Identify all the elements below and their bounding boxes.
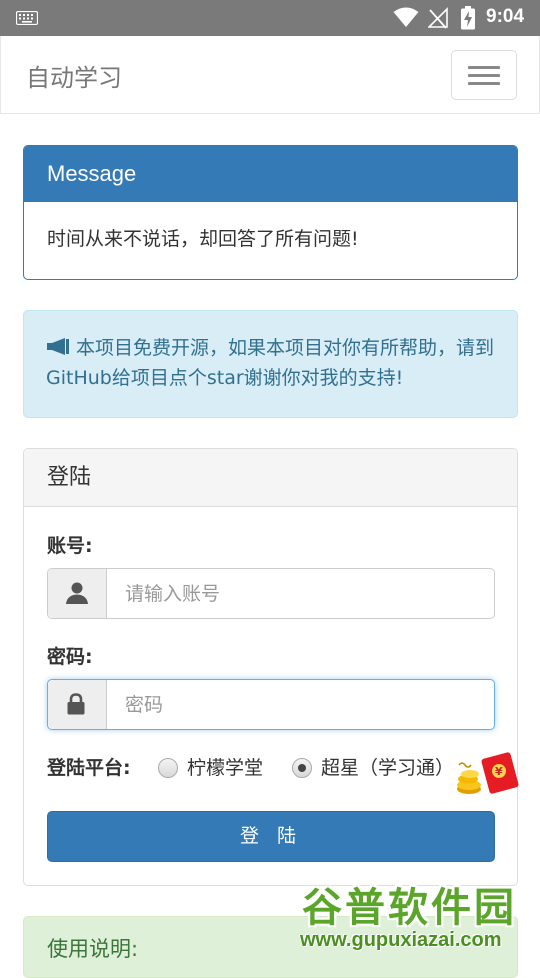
hamburger-icon-bar xyxy=(468,74,500,77)
account-label: 账号: xyxy=(47,535,93,557)
svg-text:¥: ¥ xyxy=(495,765,503,778)
account-input[interactable] xyxy=(107,569,499,618)
password-input-group xyxy=(47,679,499,730)
status-bar: 9:04 xyxy=(0,0,540,36)
navbar: 自动学习 xyxy=(0,36,540,114)
keyboard-icon xyxy=(16,11,38,25)
platform-label: 登陆平台: xyxy=(47,757,131,779)
red-packet-icon[interactable]: ¥ xyxy=(455,749,523,797)
login-button[interactable]: 登 陆 xyxy=(47,811,495,862)
platform-label-chaoxing[interactable]: 超星（学习通） xyxy=(321,753,454,780)
usage-alert-title: 使用说明: xyxy=(47,937,139,961)
platform-radio-ningmeng[interactable] xyxy=(158,758,178,778)
wifi-icon xyxy=(393,7,419,27)
platform-radio-chaoxing[interactable] xyxy=(292,758,312,778)
info-alert-content: 本项目免费开源，如果本项目对你有所帮助，请到GitHub给项目点个star谢谢你… xyxy=(46,333,506,393)
watermark-url: www.gupuxiazai.com xyxy=(300,929,502,951)
battery-charging-icon xyxy=(461,6,475,30)
login-panel: 登陆 账号: 密码: 登陆平台: 柠檬学堂 超星（学习通） 登 陆 xyxy=(23,448,518,886)
password-label: 密码: xyxy=(47,646,93,668)
brand-title[interactable]: 自动学习 xyxy=(26,58,122,93)
account-input-group xyxy=(47,568,499,619)
info-alert-text: 本项目免费开源，如果本项目对你有所帮助，请到GitHub给项目点个star谢谢你… xyxy=(46,337,495,389)
message-panel-body: 时间从来不说话，却回答了所有问题! xyxy=(47,228,359,250)
megaphone-icon xyxy=(47,338,69,355)
platform-label-ningmeng[interactable]: 柠檬学堂 xyxy=(187,753,263,780)
hamburger-icon-bar xyxy=(468,82,500,85)
message-panel: Message 时间从来不说话，却回答了所有问题! xyxy=(23,145,518,280)
menu-toggle-button[interactable] xyxy=(451,50,517,100)
site-watermark: 谷普软件园 www.gupuxiazai.com xyxy=(296,875,540,960)
watermark-name: 谷普软件园 xyxy=(302,885,517,931)
clock: 9:04 xyxy=(486,6,525,27)
no-signal-icon xyxy=(428,7,448,29)
password-addon xyxy=(48,680,107,729)
password-input[interactable] xyxy=(107,680,499,729)
hamburger-icon xyxy=(468,66,500,69)
account-addon xyxy=(48,569,107,618)
login-panel-title: 登陆 xyxy=(24,449,517,507)
info-alert: 本项目免费开源，如果本项目对你有所帮助，请到GitHub给项目点个star谢谢你… xyxy=(23,310,518,418)
message-panel-title: Message xyxy=(24,146,517,202)
lock-icon xyxy=(67,693,85,715)
user-icon xyxy=(66,582,88,604)
